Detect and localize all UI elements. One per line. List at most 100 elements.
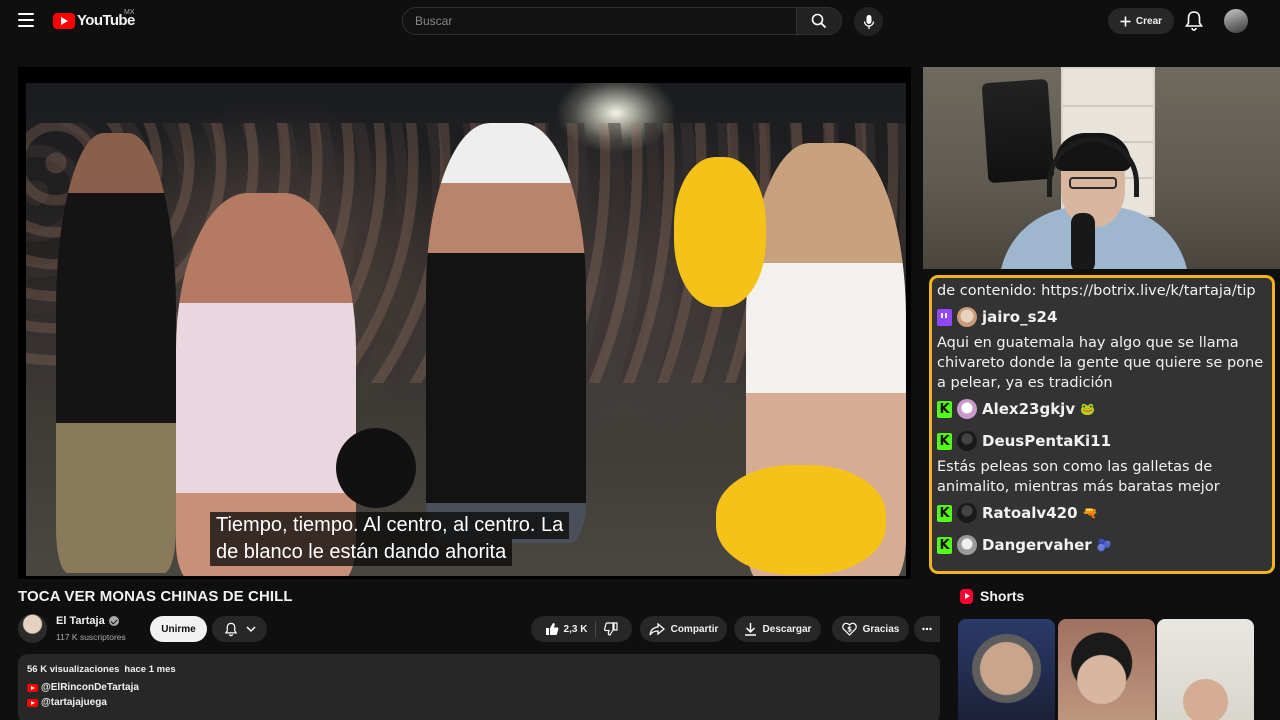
thumbs-down-icon[interactable]: [604, 622, 619, 636]
video-title: TOCA VER MONAS CHINAS DE CHILL: [18, 588, 293, 605]
microphone-stand: [1071, 213, 1095, 269]
shorts-title: Shorts: [980, 588, 1025, 604]
video-figure-referee: [426, 123, 586, 543]
chat-user-row: K Alex23gkjv 🐸: [937, 393, 1267, 425]
blue-badge-icon: 🫐: [1096, 538, 1112, 552]
more-actions-button[interactable]: [914, 616, 940, 642]
view-count: 56 K visualizaciones: [27, 664, 120, 675]
subscriber-count: 117 K suscriptores: [56, 632, 126, 642]
like-dislike-group: 2,3 K: [531, 616, 632, 642]
microphone-icon: [863, 14, 874, 29]
search-button[interactable]: [796, 7, 842, 35]
kick-icon: K: [937, 504, 952, 522]
voice-search-button[interactable]: [854, 7, 883, 36]
search-input[interactable]: [402, 7, 796, 35]
weapon-badge-icon: 🔫: [1082, 506, 1098, 520]
chat-user-avatar: [957, 399, 977, 419]
description-link-2[interactable]: @tartajajuega: [27, 697, 931, 708]
video-subtitles: Tiempo, tiempo. Al centro, al centro. La…: [210, 512, 570, 566]
menu-icon[interactable]: [18, 13, 34, 27]
chat-message-text: Aqui en guatemala hay algo que se llama …: [937, 335, 1264, 391]
plus-icon: [1120, 16, 1131, 26]
notifications-bell-icon[interactable]: [1184, 10, 1204, 32]
thumbs-up-icon: [545, 623, 559, 635]
chevron-down-icon: [245, 625, 256, 632]
search-icon: [811, 13, 827, 29]
youtube-play-icon: [53, 12, 75, 29]
chat-user-row: K Ratoalv420 🔫: [937, 497, 1267, 529]
chat-username: Ratoalv420: [982, 504, 1078, 522]
search-bar: [402, 7, 842, 35]
like-count: 2,3 K: [563, 623, 588, 635]
account-avatar[interactable]: [1224, 9, 1248, 33]
top-bar: YouTube MX Crear: [0, 0, 1280, 42]
chat-user-row: K DeusPentaKi11: [937, 425, 1267, 457]
twitch-icon: [937, 308, 952, 326]
webcam-person-glasses: [1069, 177, 1117, 189]
create-button[interactable]: Crear: [1108, 8, 1174, 34]
upload-date: hace 1 mes: [124, 664, 176, 675]
share-label: Compartir: [670, 623, 719, 635]
video-frame[interactable]: [26, 83, 906, 576]
youtube-mini-icon: [27, 698, 38, 707]
short-thumbnail[interactable]: [958, 619, 1055, 720]
description-link-text: @ElRinconDeTartaja: [41, 682, 139, 693]
kick-icon: K: [937, 400, 952, 418]
shorts-icon: [960, 588, 973, 604]
chat-user-row: K Dangervaher 🫐: [937, 529, 1267, 561]
frog-badge-icon: 🐸: [1080, 402, 1096, 416]
chat-overlay: de contenido: https://botrix.live/k/tart…: [929, 275, 1275, 574]
subtitle-line-1: Tiempo, tiempo. Al centro, al centro. La: [210, 512, 570, 539]
create-label: Crear: [1135, 15, 1163, 27]
heart-dollar-icon: $: [841, 622, 857, 636]
bell-icon: [224, 622, 237, 636]
download-icon: [744, 623, 756, 636]
chat-username: jairo_s24: [982, 308, 1058, 326]
kick-icon: K: [937, 536, 952, 554]
streamer-webcam: [923, 67, 1280, 269]
chat-username: Dangervaher: [982, 536, 1092, 554]
webcam-poster: [981, 78, 1055, 184]
chat-message-text: de contenido: https://botrix.live/k/tart…: [937, 283, 1256, 299]
chat-user-avatar: [957, 535, 977, 555]
video-black-glove: [336, 428, 416, 508]
like-button[interactable]: 2,3 K: [545, 621, 597, 637]
more-horizontal-icon: [922, 627, 932, 631]
share-button[interactable]: Compartir: [640, 616, 727, 642]
chat-user-avatar: [957, 307, 977, 327]
svg-text:$: $: [847, 626, 852, 634]
channel-avatar[interactable]: [18, 614, 47, 643]
video-yellow-glove-top: [674, 157, 766, 307]
short-thumbnail[interactable]: [1157, 619, 1254, 720]
subscription-notifications-button[interactable]: [212, 616, 267, 642]
youtube-mini-icon: [27, 683, 38, 692]
description-link-text: @tartajajuega: [41, 697, 107, 708]
chat-user-avatar: [957, 503, 977, 523]
short-thumbnail[interactable]: [1058, 619, 1155, 720]
chat-user-row: jairo_s24: [937, 301, 1267, 333]
thanks-button[interactable]: $ Gracias: [832, 616, 909, 642]
join-button[interactable]: Unirme: [150, 616, 207, 642]
video-figure-left-spectator: [56, 133, 176, 573]
share-arrow-icon: [648, 622, 665, 635]
kick-icon: K: [937, 432, 952, 450]
youtube-logo[interactable]: YouTube: [53, 12, 135, 29]
video-yellow-glove-bottom: [716, 465, 886, 575]
chat-user-avatar: [957, 431, 977, 451]
download-label: Descargar: [762, 623, 812, 635]
logo-country-code: MX: [124, 9, 135, 16]
chat-username: DeusPentaKi11: [982, 432, 1112, 450]
shorts-header: Shorts: [960, 588, 1024, 604]
download-button[interactable]: Descargar: [734, 616, 821, 642]
description-meta: 56 K visualizaciones hace 1 mes: [27, 664, 931, 675]
chat-message-text: Estás peleas son como las galletas de an…: [937, 459, 1220, 495]
subtitle-line-2: de blanco le están dando ahorita: [210, 539, 513, 566]
video-player: Tiempo, tiempo. Al centro, al centro. La…: [18, 67, 911, 579]
description-link-1[interactable]: @ElRinconDeTartaja: [27, 682, 931, 693]
thanks-label: Gracias: [862, 623, 900, 635]
chat-username: Alex23gkjv: [982, 400, 1076, 418]
description-box[interactable]: 56 K visualizaciones hace 1 mes @ElRinco…: [18, 654, 940, 720]
channel-name-link[interactable]: El Tartaja: [56, 615, 119, 627]
verified-badge-icon: [108, 616, 119, 626]
channel-name: El Tartaja: [56, 615, 105, 627]
